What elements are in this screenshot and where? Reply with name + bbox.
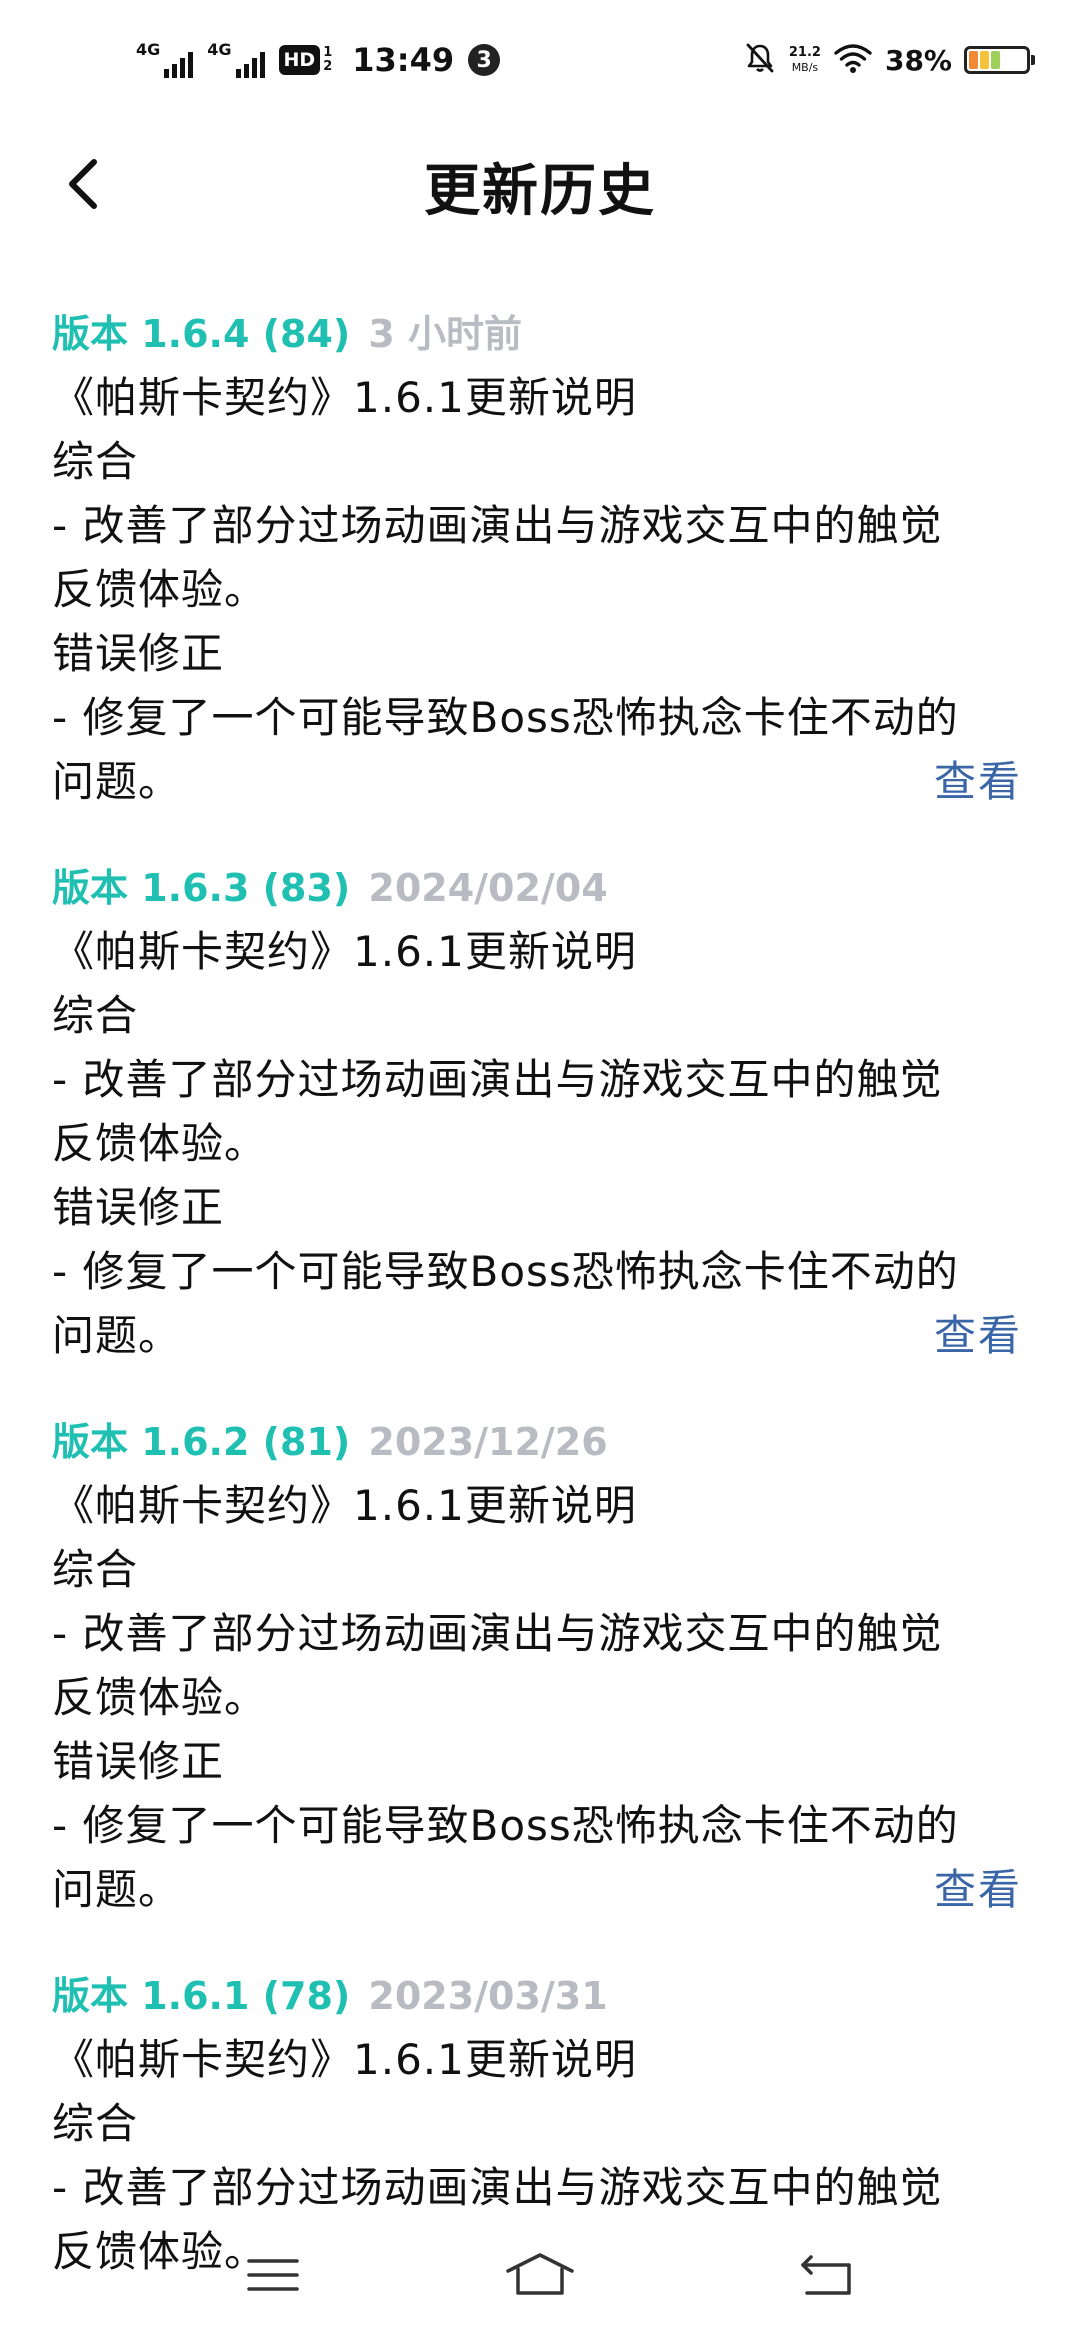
changelog-line: 《帕斯卡契约》1.6.1更新说明 xyxy=(52,2035,637,2084)
battery-percentage: 38% xyxy=(884,43,952,77)
hd-sim-top: 1 xyxy=(323,45,333,60)
status-bar: 4G 4G HD 1 2 13:49 3 21.2 MB/s 38% xyxy=(0,0,1080,120)
version-label: 版本 1.6.4 (84) xyxy=(52,312,351,356)
version-header: 版本 1.6.4 (84) 3 小时前 xyxy=(52,302,1022,366)
changelog-line: - 修复了一个可能导致Boss恐怖执念卡住不动的 xyxy=(52,1247,959,1296)
status-bar-right: 21.2 MB/s 38% xyxy=(743,36,1035,84)
changelog-line: - 改善了部分过场动画演出与游戏交互中的触觉 xyxy=(52,1055,943,1104)
home-button[interactable] xyxy=(495,2240,585,2310)
changelog-line: 错误修正 xyxy=(52,1183,225,1232)
changelog-line: 综合 xyxy=(52,437,139,486)
page-title: 更新历史 xyxy=(424,159,656,224)
version-header: 版本 1.6.3 (83) 2024/02/04 xyxy=(52,856,1022,920)
network-speed: 21.2 MB/s xyxy=(789,45,821,75)
hd-icon: HD xyxy=(278,45,321,75)
back-arrow-icon xyxy=(801,2255,851,2295)
menu-button[interactable] xyxy=(228,2240,318,2310)
changelog-line: 错误修正 xyxy=(52,1737,225,1786)
changelog-line: 《帕斯卡契约》1.6.1更新说明 xyxy=(52,927,637,976)
hd-sim-indicator: 1 2 xyxy=(323,46,332,74)
battery-icon xyxy=(964,46,1035,74)
changelog-line: 错误修正 xyxy=(52,629,225,678)
changelog-line: 问题。 xyxy=(52,1865,182,1914)
wifi-icon xyxy=(833,42,873,78)
menu-icon xyxy=(247,2259,299,2291)
bell-muted-icon xyxy=(743,41,777,79)
hd-sim-bottom: 2 xyxy=(323,59,333,74)
changelog-line: 《帕斯卡契约》1.6.1更新说明 xyxy=(52,1481,637,1530)
version-label: 版本 1.6.2 (81) xyxy=(52,1420,351,1464)
changelog-line: - 改善了部分过场动画演出与游戏交互中的触觉 xyxy=(52,501,943,550)
signal-2: 4G xyxy=(207,40,265,80)
changelog-line: 综合 xyxy=(52,2099,139,2148)
version-header: 版本 1.6.2 (81) 2023/12/26 xyxy=(52,1410,1022,1474)
version-date: 2023/03/31 xyxy=(368,1974,608,2018)
changelog-line: 反馈体验。 xyxy=(52,1673,268,1722)
version-label: 版本 1.6.1 (78) xyxy=(52,1974,351,2018)
clock: 13:49 xyxy=(352,41,455,79)
network-type-label: 4G xyxy=(136,40,161,59)
changelog-line: 问题。 xyxy=(52,1311,182,1360)
view-details-link[interactable]: 查看 xyxy=(934,1304,1022,1368)
version-header: 版本 1.6.1 (78) 2023/03/31 xyxy=(52,1964,1022,2028)
changelog-line: - 修复了一个可能导致Boss恐怖执念卡住不动的 xyxy=(52,1801,959,1850)
view-details-link[interactable]: 查看 xyxy=(934,1858,1022,1922)
changelog-line: 综合 xyxy=(52,991,139,1040)
view-details-link[interactable]: 查看 xyxy=(934,750,1022,814)
changelog-line: 反馈体验。 xyxy=(52,565,268,614)
update-history-list[interactable]: 版本 1.6.4 (84) 3 小时前 《帕斯卡契约》1.6.1更新说明 综合 … xyxy=(52,302,1022,2326)
changelog-line: 反馈体验。 xyxy=(52,1119,268,1168)
hd-voice-badge: HD 1 2 xyxy=(278,45,332,75)
signal-1: 4G xyxy=(136,40,194,80)
system-navigation-bar xyxy=(0,2210,1080,2340)
changelog-line: - 修复了一个可能导致Boss恐怖执念卡住不动的 xyxy=(52,693,959,742)
signal-bars-icon xyxy=(235,50,265,78)
changelog-line: 综合 xyxy=(52,1545,139,1594)
status-bar-left: 4G 4G HD 1 2 13:49 3 xyxy=(136,36,501,84)
version-date: 2023/12/26 xyxy=(368,1420,608,1464)
app-header: 更新历史 xyxy=(0,120,1080,250)
changelog-line: 问题。 xyxy=(52,757,182,806)
back-nav-button[interactable] xyxy=(782,2240,872,2310)
update-entry: 版本 1.6.2 (81) 2023/12/26 《帕斯卡契约》1.6.1更新说… xyxy=(52,1410,1022,1922)
version-date: 2024/02/04 xyxy=(368,866,608,910)
notification-count-badge: 3 xyxy=(468,44,501,76)
update-entry: 版本 1.6.4 (84) 3 小时前 《帕斯卡契约》1.6.1更新说明 综合 … xyxy=(52,302,1022,814)
network-speed-unit: MB/s xyxy=(791,61,819,74)
version-label: 版本 1.6.3 (83) xyxy=(52,866,351,910)
network-type-label: 4G xyxy=(207,40,232,59)
changelog-line: 《帕斯卡契约》1.6.1更新说明 xyxy=(52,373,637,422)
update-entry: 版本 1.6.3 (83) 2024/02/04 《帕斯卡契约》1.6.1更新说… xyxy=(52,856,1022,1368)
changelog-line: - 改善了部分过场动画演出与游戏交互中的触觉 xyxy=(52,1609,943,1658)
version-date: 3 小时前 xyxy=(368,312,523,356)
home-icon xyxy=(506,2253,574,2295)
signal-bars-icon xyxy=(164,50,194,78)
network-speed-value: 21.2 xyxy=(788,45,821,60)
